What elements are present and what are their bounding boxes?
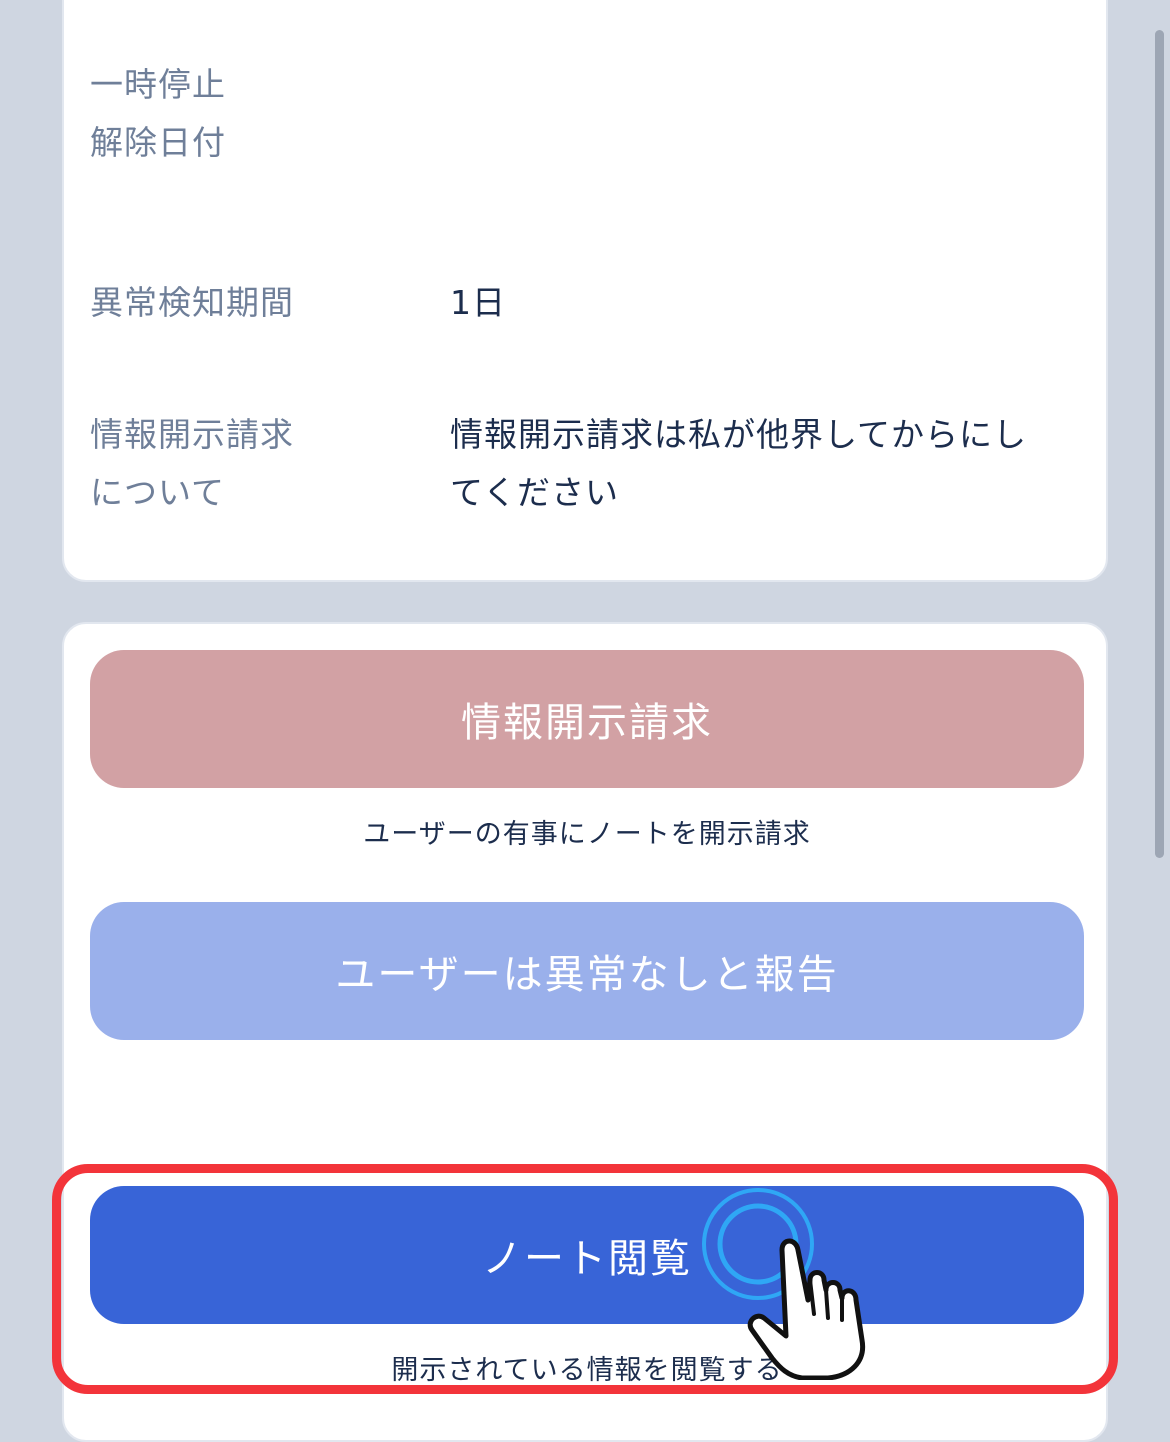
report-normal-button[interactable]: ユーザーは異常なしと報告 [90, 902, 1084, 1040]
pause-release-label-line1: 一時停止 [90, 65, 226, 104]
detection-period-label: 異常検知期間 [90, 283, 294, 322]
detection-period-value: 1日 [450, 283, 506, 322]
hand-pointer-icon [702, 1188, 866, 1380]
disclosure-request-button[interactable]: 情報開示請求 [90, 650, 1084, 788]
disclosure-note-value-line1: 情報開示請求は私が他界してからにし [450, 415, 1028, 454]
highlight-frame [52, 1164, 1118, 1394]
pause-release-label-line2: 解除日付 [90, 123, 226, 162]
disclosure-note-label-line1: 情報開示請求 [90, 415, 294, 454]
disclosure-note-label-line2: について [90, 473, 226, 512]
scrollbar[interactable] [1155, 30, 1164, 858]
disclosure-request-caption: ユーザーの有事にノートを開示請求 [363, 819, 811, 850]
info-card: 一時停止 解除日付 異常検知期間 1日 情報開示請求 について 情報開示請求は私… [62, 0, 1108, 582]
disclosure-note-value-line2: てください [450, 473, 620, 512]
